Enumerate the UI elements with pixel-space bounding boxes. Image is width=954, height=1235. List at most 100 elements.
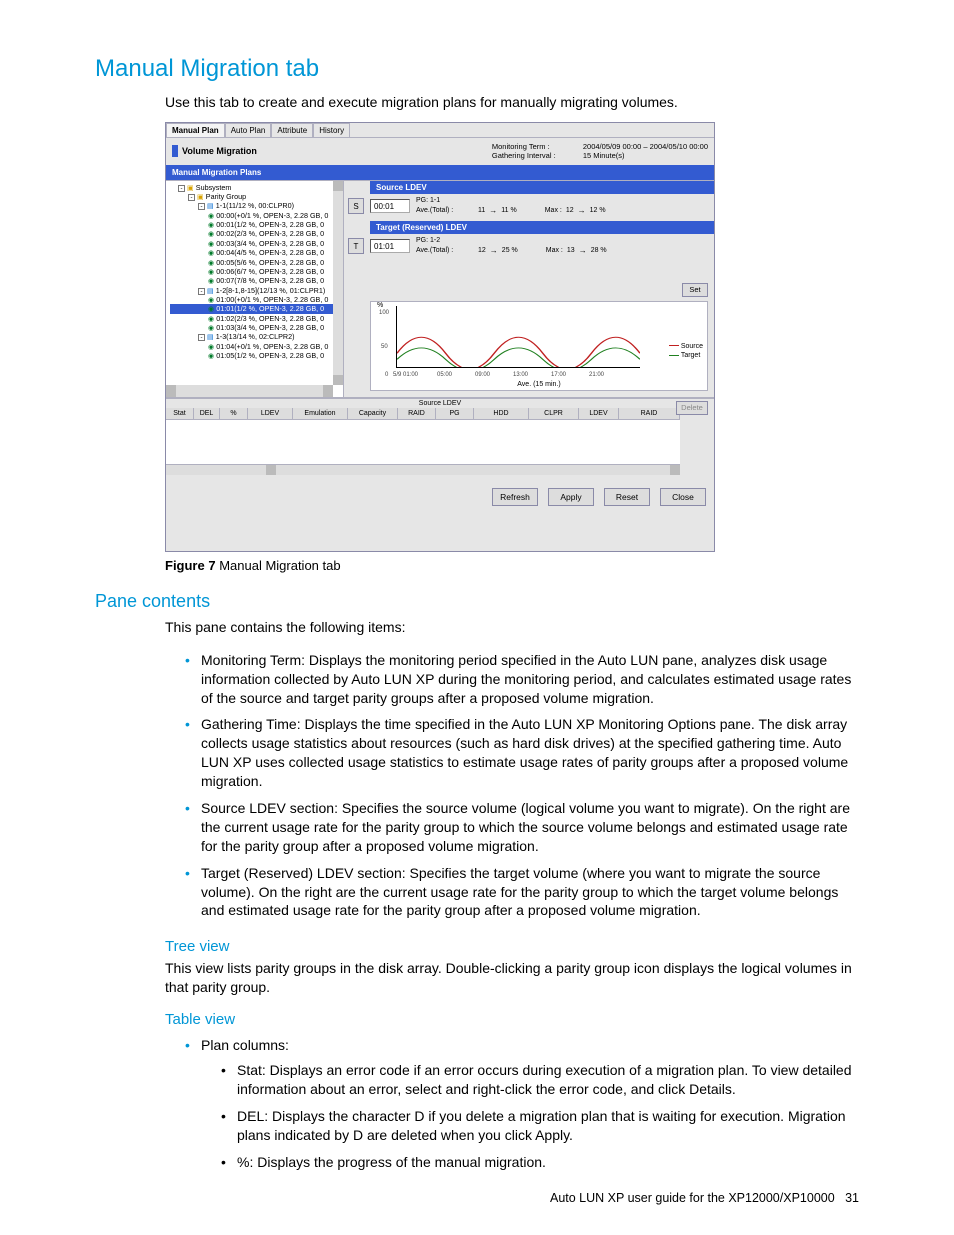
col-emulation[interactable]: Emulation — [293, 408, 348, 419]
tree-vol[interactable]: ◉ 00:04(4/5 %, OPEN-3, 2.28 GB, 0 — [170, 248, 343, 257]
target-ldev-value[interactable]: 01:01 — [370, 239, 410, 253]
list-item: Monitoring Term: Displays the monitoring… — [185, 647, 859, 712]
chart-xtick: 09:00 — [475, 372, 490, 378]
col-ldev-2[interactable]: LDEV — [579, 408, 619, 419]
bottom-button-bar: Refresh Apply Reset Close — [166, 478, 714, 506]
usage-chart: % 100 50 0 5/9 01:00 05:00 09:00 — [370, 301, 708, 391]
col-percent[interactable]: % — [220, 408, 248, 419]
tree-vol[interactable]: ◉ 01:00(+0/1 %, OPEN-3, 2.28 GB, 0 — [170, 295, 343, 304]
chart-legend: Source Target — [669, 342, 703, 362]
tree-vol[interactable]: ◉ 00:02(2/3 %, OPEN-3, 2.28 GB, 0 — [170, 229, 343, 238]
chart-xtick: 05:00 — [437, 372, 452, 378]
page-title: Manual Migration tab — [95, 55, 859, 83]
tree-vol[interactable]: ◉ 01:04(+0/1 %, OPEN-3, 2.28 GB, 0 — [170, 342, 343, 351]
target-max-to: 28 % — [591, 246, 607, 256]
tree-vol[interactable]: ◉ 00:03(3/4 %, OPEN-3, 2.28 GB, 0 — [170, 239, 343, 248]
expand-icon[interactable]: - — [188, 194, 195, 201]
delete-button[interactable]: Delete — [676, 401, 708, 415]
tree-vol[interactable]: ◉ 01:05(1/2 %, OPEN-3, 2.28 GB, 0 — [170, 351, 343, 360]
tree-vol[interactable]: ◉ 00:06(6/7 %, OPEN-3, 2.28 GB, 0 — [170, 267, 343, 276]
list-item: Stat: Displays an error code if an error… — [221, 1057, 859, 1103]
source-ave-from: 11 — [478, 206, 485, 216]
intro-paragraph: Use this tab to create and execute migra… — [165, 93, 859, 112]
target-ldev-section: T 01:01 PG: 1-2 Ave.(Total) : 12 → 25 % … — [344, 234, 714, 261]
screenshot-figure: Manual Plan Auto Plan Attribute History … — [165, 122, 715, 552]
target-ldev-header: Target (Reserved) LDEV — [370, 221, 714, 234]
tab-manual-plan[interactable]: Manual Plan — [166, 123, 225, 137]
refresh-button[interactable]: Refresh — [492, 488, 538, 506]
table-view-heading: Table view — [165, 1011, 859, 1028]
arrow-icon: → — [489, 205, 497, 216]
tree-view-heading: Tree view — [165, 938, 859, 955]
tree-scrollbar-vertical[interactable] — [333, 181, 343, 385]
chart-xtick: 17:00 — [551, 372, 566, 378]
expand-icon[interactable]: - — [198, 288, 205, 295]
source-ldev-value[interactable]: 00:01 — [370, 199, 410, 213]
monitoring-term-block: Monitoring Term : 2004/05/09 00:00 – 200… — [492, 142, 708, 161]
tab-history[interactable]: History — [313, 123, 350, 137]
tree-root[interactable]: -▣ Subsystem — [170, 183, 343, 192]
pane-contents-intro: This pane contains the following items: — [165, 618, 859, 637]
tree-parity-group[interactable]: -▣ Parity Group — [170, 192, 343, 201]
arrow-icon: → — [579, 245, 587, 256]
tab-auto-plan[interactable]: Auto Plan — [225, 123, 272, 137]
chart-xtick: 21:00 — [589, 372, 604, 378]
col-pg[interactable]: PG — [436, 408, 474, 419]
source-ave-label: Ave.(Total) : — [416, 206, 474, 216]
col-raid[interactable]: RAID — [398, 408, 436, 419]
monitoring-term-label: Monitoring Term : — [492, 142, 577, 151]
tab-attribute[interactable]: Attribute — [271, 123, 313, 137]
source-ldev-header: Source LDEV — [370, 181, 714, 194]
table-scrollbar-horizontal[interactable] — [166, 465, 680, 475]
col-stat[interactable]: Stat — [166, 408, 194, 419]
figure-caption: Figure 7 Manual Migration tab — [165, 558, 859, 573]
tree-scrollbar-horizontal[interactable] — [166, 385, 333, 397]
col-hdd[interactable]: HDD — [474, 408, 529, 419]
tree-pg-1-1[interactable]: -▤ 1-1(11/12 %, 00:CLPR0) — [170, 201, 343, 210]
list-item: DEL: Displays the character D if you del… — [221, 1103, 859, 1149]
col-raid-2[interactable]: RAID — [619, 408, 680, 419]
right-pane: Source LDEV S 00:01 PG: 1-1 Ave.(Total) … — [344, 181, 714, 397]
tree-pg-1-2[interactable]: -▤ 1-2[8-1,8-15](12/13 %, 01:CLPR1) — [170, 286, 343, 295]
list-item: Target (Reserved) LDEV section: Specifie… — [185, 860, 859, 925]
tree-vol[interactable]: ◉ 00:05(5/6 %, OPEN-3, 2.28 GB, 0 — [170, 258, 343, 267]
expand-icon[interactable]: - — [198, 334, 205, 341]
apply-button[interactable]: Apply — [548, 488, 594, 506]
source-select-button[interactable]: S — [348, 198, 364, 214]
source-max-to: 12 % — [590, 206, 606, 216]
chart-ytick: 0 — [385, 372, 388, 378]
tree-view[interactable]: -▣ Subsystem -▣ Parity Group -▤ 1-1(11/1… — [166, 181, 344, 397]
expand-icon[interactable]: - — [178, 185, 185, 192]
close-button[interactable]: Close — [660, 488, 706, 506]
col-ldev[interactable]: LDEV — [248, 408, 293, 419]
chart-plot-area — [396, 306, 640, 368]
chart-xtick: 5/9 01:00 — [393, 372, 418, 378]
panel-header: Volume Migration Monitoring Term : 2004/… — [166, 138, 714, 165]
table-top-header: Source LDEV — [166, 399, 714, 408]
target-ave-to: 25 % — [502, 246, 518, 256]
col-clpr[interactable]: CLPR — [529, 408, 579, 419]
tree-vol-selected[interactable]: ◉ 01:01(1/2 %, OPEN-3, 2.28 GB, 0 — [170, 304, 343, 313]
col-capacity[interactable]: Capacity — [348, 408, 398, 419]
chart-y-header: % — [377, 302, 383, 309]
set-button[interactable]: Set — [682, 283, 708, 297]
tree-vol[interactable]: ◉ 00:00(+0/1 %, OPEN-3, 2.28 GB, 0 — [170, 211, 343, 220]
plan-columns-sublist: Stat: Displays an error code if an error… — [221, 1057, 859, 1175]
tree-vol[interactable]: ◉ 00:01(1/2 %, OPEN-3, 2.28 GB, 0 — [170, 220, 343, 229]
gathering-interval-value: 15 Minute(s) — [583, 151, 625, 160]
list-item: %: Displays the progress of the manual m… — [221, 1149, 859, 1176]
chart-ytick: 100 — [379, 310, 389, 316]
tree-vol[interactable]: ◉ 01:02(2/3 %, OPEN-3, 2.28 GB, 0 — [170, 314, 343, 323]
target-select-button[interactable]: T — [348, 238, 364, 254]
reset-button[interactable]: Reset — [604, 488, 650, 506]
expand-icon[interactable]: - — [198, 203, 205, 210]
arrow-icon: → — [578, 205, 586, 216]
tree-vol[interactable]: ◉ 01:03(3/4 %, OPEN-3, 2.28 GB, 0 — [170, 323, 343, 332]
gathering-interval-label: Gathering Interval : — [492, 151, 577, 160]
tree-vol[interactable]: ◉ 00:07(7/8 %, OPEN-3, 2.28 GB, 0 — [170, 276, 343, 285]
col-del[interactable]: DEL — [194, 408, 220, 419]
list-item: Gathering Time: Displays the time specif… — [185, 711, 859, 795]
tree-pg-1-3[interactable]: -▤ 1-3(13/14 %, 02:CLPR2) — [170, 332, 343, 341]
plans-bar: Manual Migration Plans — [166, 165, 714, 180]
legend-swatch-source-icon — [669, 345, 679, 346]
